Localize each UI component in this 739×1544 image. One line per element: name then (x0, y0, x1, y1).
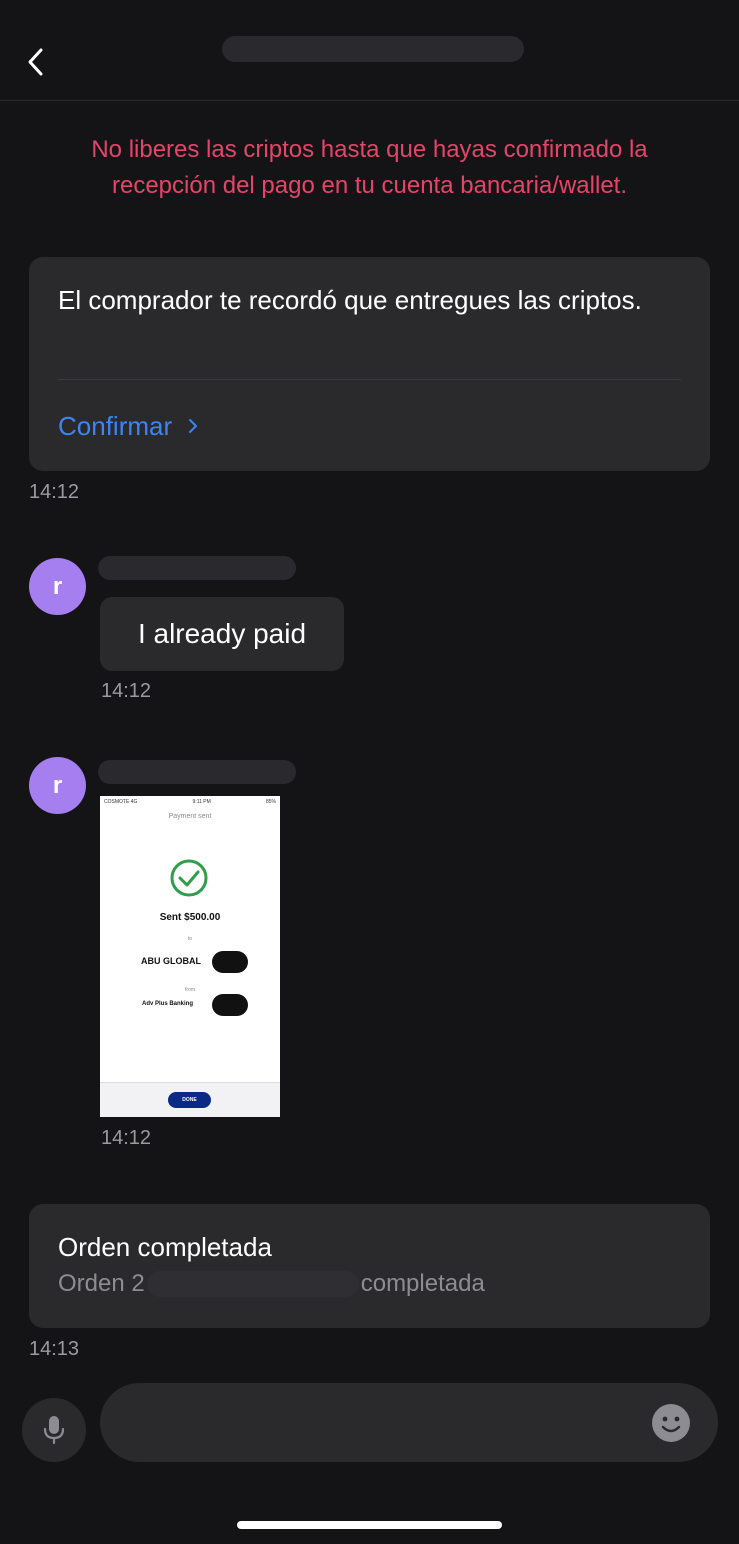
avatar[interactable]: r (29, 757, 86, 814)
screenshot-done-button: DONE (168, 1092, 211, 1108)
confirm-link[interactable]: Confirmar (58, 408, 198, 444)
release-warning: No liberes las criptos hasta que hayas c… (91, 136, 648, 199)
home-indicator (237, 1521, 502, 1529)
screenshot-battery: 85% (265, 799, 276, 805)
message-bubble[interactable]: I already paid (100, 597, 344, 671)
screenshot-status-bar: COSMOTE 4G 9:11 PM 85% (104, 799, 276, 807)
screenshot-carrier: COSMOTE 4G (104, 799, 138, 805)
sender-name-redacted (98, 760, 296, 784)
card-divider (58, 379, 681, 380)
back-button[interactable] (18, 40, 54, 84)
message-input[interactable] (100, 1383, 718, 1462)
order-prefix: Orden 2 (58, 1270, 145, 1297)
screenshot-source: Adv Plus Banking (142, 1001, 194, 1007)
sender-name-redacted (98, 556, 296, 580)
screenshot-to-label: to (187, 936, 193, 942)
message-time: 14:13 (29, 1338, 80, 1360)
screenshot-recipient: ABU GLOBAL (141, 956, 201, 966)
chevron-left-icon (28, 48, 43, 76)
screenshot-heading: Payment sent (168, 813, 212, 820)
chat-title-redacted (222, 36, 524, 62)
payment-screenshot-image[interactable]: COSMOTE 4G 9:11 PM 85% Payment sent Sent… (100, 796, 280, 1117)
message-time: 14:12 (101, 1127, 152, 1149)
chat-header (0, 0, 739, 101)
redaction-blob (212, 951, 248, 973)
redaction-blob (212, 994, 248, 1016)
smiley-icon (652, 1404, 690, 1442)
screenshot-amount: Sent $500.00 (159, 912, 221, 923)
order-title: Orden completada (58, 1232, 272, 1262)
order-suffix: completada (360, 1270, 485, 1297)
voice-message-button[interactable] (22, 1398, 86, 1462)
avatar[interactable]: r (29, 558, 86, 615)
screenshot-from-label: from (185, 987, 195, 993)
checkmark-circle-icon (170, 859, 208, 897)
order-completed-card[interactable] (29, 1204, 710, 1328)
microphone-icon (43, 1416, 65, 1445)
reminder-text: El comprador te recordó que entregues la… (58, 285, 642, 315)
order-subtitle: Orden 2 completada (58, 1270, 485, 1298)
message-time: 14:12 (29, 481, 80, 503)
message-time: 14:12 (101, 680, 152, 702)
confirm-label: Confirmar (58, 410, 173, 441)
chevron-right-icon (189, 419, 198, 433)
order-id-redacted (146, 1271, 359, 1297)
screenshot-clock: 9:11 PM (192, 799, 211, 805)
emoji-button[interactable] (651, 1403, 691, 1443)
